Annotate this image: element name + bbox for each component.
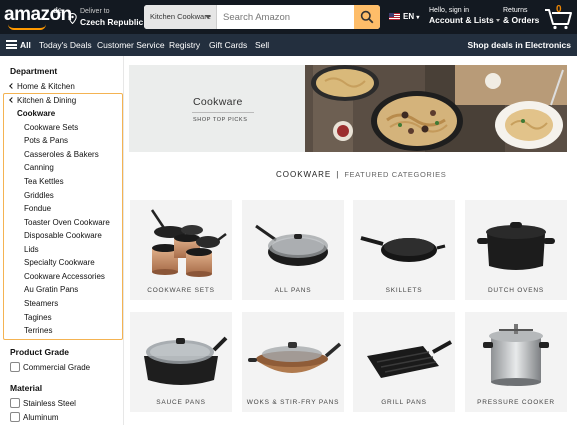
search-input[interactable] xyxy=(218,5,354,29)
sidebar-item-canning[interactable]: Canning xyxy=(24,163,54,172)
tile-label: SKILLETS xyxy=(385,287,423,294)
tile-label: ALL PANS xyxy=(274,287,312,294)
caret-down-icon xyxy=(205,15,211,19)
tile-label: WOKS & STIR-FRY PANS xyxy=(246,399,340,406)
tile-label: PRESSURE COOKER xyxy=(477,399,555,406)
nav-electronics-deals[interactable]: Shop deals in Electronics xyxy=(468,40,571,50)
location-pin-icon xyxy=(68,13,77,24)
sidebar-item-disposable-cookware[interactable]: Disposable Cookware xyxy=(24,231,102,240)
sidebar-item-casseroles-bakers[interactable]: Casseroles & Bakers xyxy=(24,150,99,159)
sidebar-current-cookware: Cookware xyxy=(17,109,56,118)
cookware-banner[interactable]: Cookware SHOP TOP PICKS xyxy=(129,65,567,152)
search-category-select[interactable]: Kitchen Cookware xyxy=(144,5,217,29)
orders-label: & Orders xyxy=(503,15,540,25)
sidebar-item-au-gratin-pans[interactable]: Au Gratin Pans xyxy=(24,285,78,294)
sauce-pan-icon xyxy=(144,336,228,385)
language-code: EN ▾ xyxy=(403,12,420,21)
account-greeting: Hello, sign in xyxy=(429,7,470,14)
grill-pan-icon xyxy=(367,340,452,378)
nav-sell[interactable]: Sell xyxy=(255,40,269,50)
nav-todays-deals[interactable]: Today's Deals xyxy=(39,40,92,50)
category-tile-dutch-ovens[interactable]: DUTCH OVENS xyxy=(465,200,567,300)
commercial-grade-checkbox[interactable] xyxy=(10,362,20,372)
stainless-steel-checkbox[interactable] xyxy=(10,398,20,408)
banner-title: Cookware xyxy=(193,96,243,108)
department-heading: Department xyxy=(10,66,58,76)
sidebar-item-cookware-accessories[interactable]: Cookware Accessories xyxy=(24,272,105,281)
account-lists-label: Account & Lists xyxy=(429,15,500,25)
aluminum-checkbox[interactable] xyxy=(10,412,20,422)
search-bar: Kitchen Cookware xyxy=(144,5,380,29)
deliver-label: Deliver to xyxy=(80,8,110,15)
pan-with-lid-icon xyxy=(255,224,328,266)
chevron-left-icon xyxy=(9,97,15,103)
tile-label: SAUCE PANS xyxy=(156,399,206,406)
material-heading: Material xyxy=(10,383,43,393)
sidebar-item-lids[interactable]: Lids xyxy=(24,245,39,254)
category-tile-skillets[interactable]: SKILLETS xyxy=(353,200,455,300)
sidebar-item-steamers[interactable]: Steamers xyxy=(24,299,58,308)
sidebar-item-cookware-sets[interactable]: Cookware Sets xyxy=(24,123,78,132)
sidebar: Department Home & Kitchen Kitchen & Dini… xyxy=(0,56,123,425)
logo-tld: .de xyxy=(51,6,63,15)
stainless-steel-label[interactable]: Stainless Steel xyxy=(23,399,76,408)
nav-bar: All Today's Deals Customer Service Regis… xyxy=(0,34,577,56)
logo-smile-icon xyxy=(8,24,46,30)
sidebar-link-home-kitchen[interactable]: Home & Kitchen xyxy=(9,82,75,91)
wok-icon xyxy=(248,342,342,373)
account-menu[interactable]: Hello, sign in Account & Lists xyxy=(429,7,500,25)
product-grade-heading: Product Grade xyxy=(10,347,70,357)
sidebar-link-kitchen-dining[interactable]: Kitchen & Dining xyxy=(9,96,76,105)
category-tile-cookware-sets[interactable]: COOKWARE SETS xyxy=(130,200,232,300)
skillet-icon xyxy=(360,236,446,262)
tile-label: COOKWARE SETS xyxy=(147,287,215,294)
hamburger-menu-icon[interactable] xyxy=(6,40,17,49)
caret-down-icon xyxy=(495,19,500,23)
deliver-country: Czech Republic xyxy=(80,17,144,27)
sidebar-item-fondue[interactable]: Fondue xyxy=(24,204,51,213)
returns-orders-link[interactable]: Returns & Orders xyxy=(503,7,539,25)
tile-label: GRILL PANS xyxy=(381,399,427,406)
banner-cta[interactable]: SHOP TOP PICKS xyxy=(193,117,247,123)
pressure-cooker-icon xyxy=(483,324,549,386)
category-tile-all-pans[interactable]: ALL PANS xyxy=(242,200,344,300)
category-tile-pressure-cooker[interactable]: PRESSURE COOKER xyxy=(465,312,567,412)
sidebar-divider xyxy=(123,56,124,425)
commercial-grade-label[interactable]: Commercial Grade xyxy=(23,363,90,372)
cart-button[interactable]: 0 xyxy=(544,4,574,30)
cart-count: 0 xyxy=(556,4,562,15)
returns-label: Returns xyxy=(503,7,528,14)
search-icon xyxy=(360,10,374,24)
us-flag-icon xyxy=(389,13,400,20)
sidebar-item-terrines[interactable]: Terrines xyxy=(24,326,52,335)
sidebar-item-specialty-cookware[interactable]: Specialty Cookware xyxy=(24,258,95,267)
cookware-set-icon xyxy=(150,209,227,277)
aluminum-label[interactable]: Aluminum xyxy=(23,413,59,422)
category-tile-woks[interactable]: WOKS & STIR-FRY PANS xyxy=(242,312,344,412)
sidebar-item-tagines[interactable]: Tagines xyxy=(24,313,52,322)
sidebar-item-toaster-oven-cookware[interactable]: Toaster Oven Cookware xyxy=(24,218,110,227)
category-tile-sauce-pans[interactable]: SAUCE PANS xyxy=(130,312,232,412)
nav-all[interactable]: All xyxy=(20,40,31,50)
category-tile-grill-pans[interactable]: GRILL PANS xyxy=(353,312,455,412)
banner-divider xyxy=(192,112,254,113)
nav-registry[interactable]: Registry xyxy=(169,40,200,50)
search-button[interactable] xyxy=(354,5,380,29)
sidebar-item-griddles[interactable]: Griddles xyxy=(24,191,54,200)
featured-categories-heading: COOKWARE | FEATURED CATEGORIES xyxy=(276,170,447,179)
sidebar-item-pots-pans[interactable]: Pots & Pans xyxy=(24,136,68,145)
banner-food-image xyxy=(305,65,567,152)
top-header: amazon .de Deliver to Czech Republic Kit… xyxy=(0,0,577,34)
nav-customer-service[interactable]: Customer Service xyxy=(97,40,165,50)
dutch-oven-icon xyxy=(477,222,555,270)
sidebar-item-tea-kettles[interactable]: Tea Kettles xyxy=(24,177,64,186)
chevron-left-icon xyxy=(9,83,15,89)
search-category-label: Kitchen Cookware xyxy=(150,12,211,21)
nav-gift-cards[interactable]: Gift Cards xyxy=(209,40,247,50)
tile-label: DUTCH OVENS xyxy=(487,287,545,294)
